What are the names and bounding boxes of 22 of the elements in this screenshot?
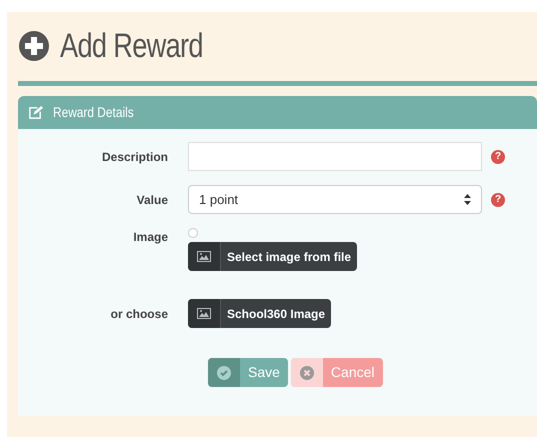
value-dropdown[interactable]: 1 point [188,185,482,214]
stepper-arrows-icon [464,194,471,205]
radio-button[interactable] [188,228,198,238]
image-button[interactable]: School360 Image [188,299,332,328]
close-icon [300,366,314,380]
field-label: or choose [110,306,169,322]
field-label: Image [132,229,169,246]
image-button[interactable]: Select image from file [188,242,358,271]
panel-title: Reward Details [53,103,134,122]
cancel-button[interactable]: Cancel [290,358,383,387]
help-icon[interactable]: ? [491,192,505,206]
check-icon [217,366,231,380]
field-label: Value [136,192,169,209]
description-field[interactable] [188,142,482,171]
edit-icon [28,105,43,120]
field-label: Description [100,149,169,166]
image-icon [197,251,211,262]
add-icon [18,30,50,62]
help-icon[interactable]: ? [491,150,505,164]
image-icon [197,308,211,319]
save-button[interactable]: Save [208,358,288,387]
page-title: Add Reward [60,29,203,63]
